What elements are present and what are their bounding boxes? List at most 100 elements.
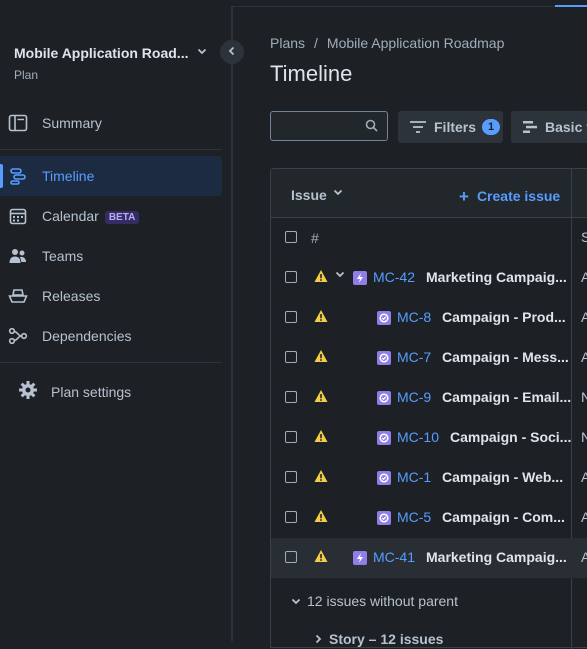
row-checkbox[interactable] [285,551,297,563]
sidebar: Mobile Application Road... Plan Summary … [0,0,231,641]
issues-table: Issue + Create issue # S MC-42 Marketing C… [270,168,587,649]
row-checkbox[interactable] [285,271,297,283]
status-column-header[interactable]: S [581,229,587,245]
view-settings-icon [523,120,537,134]
releases-icon [8,286,28,306]
warning-icon[interactable] [314,429,328,443]
page-title: Timeline [270,61,353,86]
chevron-down-icon[interactable] [196,45,208,60]
row-checkbox[interactable] [285,511,297,523]
sidebar-item-timeline[interactable]: Timeline [0,156,222,196]
create-issue-label: Create issue [476,188,561,204]
issue-key[interactable]: MC-41 [373,549,415,565]
warning-icon[interactable] [314,509,328,523]
plus-icon: + [459,187,469,206]
issue-summary[interactable]: Campaign - Prod... [442,309,566,325]
table-row[interactable]: MC-10 Campaign - Soci... N [271,418,587,458]
calendar-label: Calendar [42,208,99,224]
issue-key[interactable]: MC-10 [397,429,439,445]
filters-button[interactable]: Filters 1 [398,111,503,143]
row-checkbox[interactable] [285,391,297,403]
row-checkbox[interactable] [285,351,297,363]
issue-summary[interactable]: Marketing Campaig... [426,549,567,565]
sidebar-item-label: Summary [42,115,102,131]
sidebar-item-label: Timeline [42,168,95,184]
collapse-sidebar-button[interactable] [220,40,244,64]
warning-icon[interactable] [314,389,328,403]
breadcrumb-plans[interactable]: Plans [270,35,305,51]
sidebar-divider[interactable] [231,7,233,641]
group-story[interactable]: Story – 12 issues [313,631,443,647]
issue-status[interactable]: N [581,429,587,445]
issue-summary[interactable]: Campaign - Soci... [450,429,571,445]
sidebar-item-calendar[interactable]: Calendar BETA [0,196,222,236]
project-title[interactable]: Mobile Application Road... [14,45,188,61]
table-row[interactable]: MC-5 Campaign - Com... A [271,498,587,538]
project-subtitle: Plan [14,68,39,82]
issue-key[interactable]: MC-9 [397,389,431,405]
sidebar-item-teams[interactable]: Teams [0,236,222,276]
issue-summary[interactable]: Campaign - Mess... [442,349,569,365]
sidebar-item-label: Releases [42,288,101,304]
issue-key[interactable]: MC-1 [397,469,431,485]
row-checkbox[interactable] [285,311,297,323]
issue-status[interactable]: A [581,269,587,285]
task-icon [377,431,391,445]
chevron-right-icon [313,631,323,647]
table-row[interactable]: MC-8 Campaign - Prod... A [271,298,587,338]
task-icon [377,511,391,525]
issue-key[interactable]: MC-7 [397,349,431,365]
warning-icon[interactable] [314,309,328,323]
group-without-parent[interactable]: 12 issues without parent [291,593,458,609]
issue-status[interactable]: A [581,549,587,565]
issue-key[interactable]: MC-5 [397,509,431,525]
task-icon [377,391,391,405]
sidebar-item-dependencies[interactable]: Dependencies [0,316,222,356]
rank-column-header: # [311,230,319,246]
sidebar-item-label: Teams [42,248,84,264]
sidebar-item-label: Dependencies [42,328,132,344]
row-checkbox[interactable] [285,471,297,483]
chevron-down-icon[interactable] [335,269,345,282]
warning-icon[interactable] [314,269,328,283]
view-settings-button[interactable]: Basic v [511,111,587,143]
table-row[interactable]: MC-41 Marketing Campaig... A [271,538,587,578]
chevron-down-icon [291,593,301,609]
select-all-checkbox[interactable] [285,231,297,243]
issue-key[interactable]: MC-8 [397,309,431,325]
issue-summary[interactable]: Marketing Campaig... [426,269,567,285]
issue-key[interactable]: MC-42 [373,269,415,285]
warning-icon[interactable] [314,549,328,563]
issue-status[interactable]: A [581,509,587,525]
search-input[interactable] [270,111,388,141]
filters-count-badge: 1 [482,119,501,135]
timeline-icon [8,166,28,186]
warning-icon[interactable] [314,349,328,363]
issue-status[interactable]: A [581,309,587,325]
top-accent-indicator [555,5,587,7]
sidebar-item-summary[interactable]: Summary [0,103,222,143]
issue-status[interactable]: N [581,389,587,405]
chevron-down-icon[interactable] [333,187,343,200]
breadcrumb-current[interactable]: Mobile Application Roadmap [327,35,504,51]
issue-status[interactable]: A [581,349,587,365]
sidebar-item-releases[interactable]: Releases [0,276,222,316]
create-issue-button[interactable]: + Create issue [459,187,560,207]
warning-icon[interactable] [314,469,328,483]
issue-status[interactable]: A [581,469,587,485]
table-row[interactable]: MC-9 Campaign - Email... N [271,378,587,418]
issue-summary[interactable]: Campaign - Com... [442,509,565,525]
issue-summary[interactable]: Campaign - Email... [442,389,571,405]
plan-settings[interactable]: Plan settings [18,380,131,403]
table-row[interactable]: MC-7 Campaign - Mess... A [271,338,587,378]
issue-summary[interactable]: Campaign - Web... [442,469,563,485]
row-checkbox[interactable] [285,431,297,443]
table-header: Issue + Create issue [271,169,587,218]
beta-badge: BETA [104,211,140,224]
teams-icon [8,246,28,266]
table-row[interactable]: MC-42 Marketing Campaig... A [271,258,587,298]
issue-column-header[interactable]: Issue [291,187,327,203]
table-row[interactable]: MC-1 Campaign - Web... A [271,458,587,498]
epic-icon [353,551,367,565]
view-settings-label: Basic v [545,119,587,135]
